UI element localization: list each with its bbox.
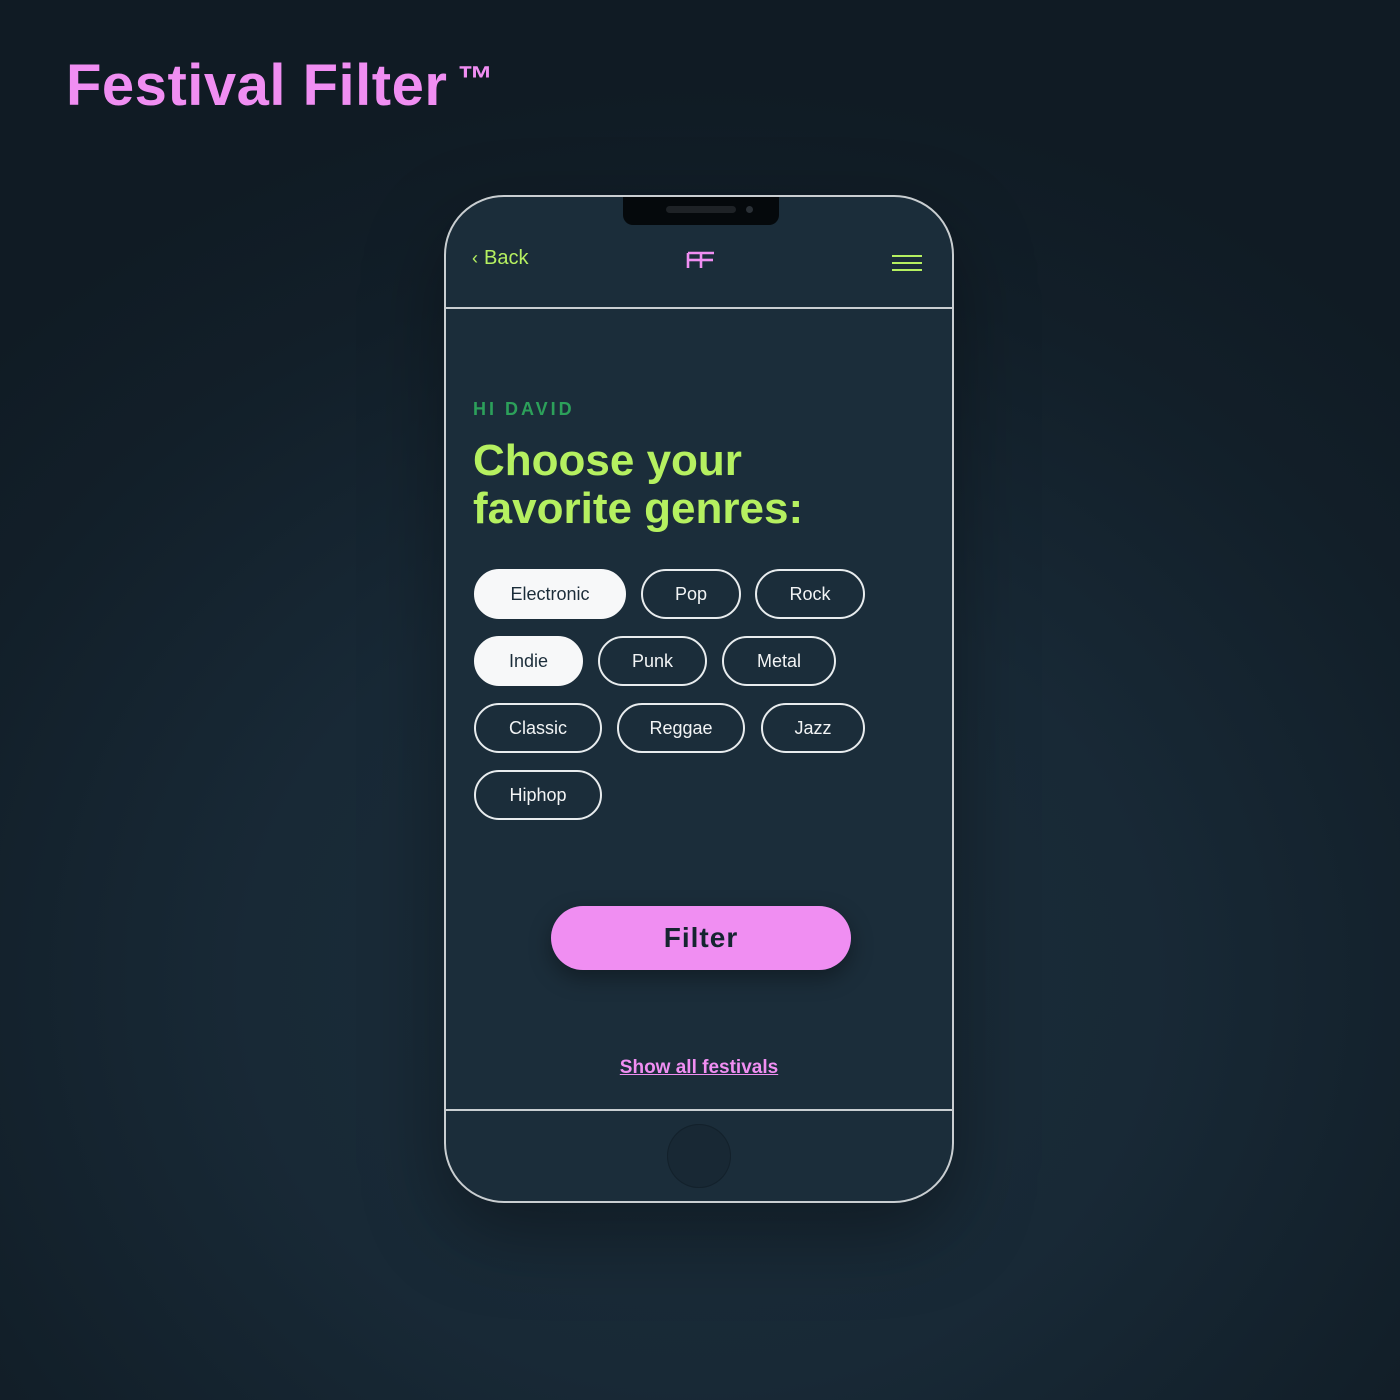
back-button[interactable]: ‹ Back [472, 247, 528, 270]
genre-chip-reggae[interactable]: Reggae [617, 703, 745, 753]
filter-button[interactable]: Filter [551, 906, 851, 970]
genre-chip-rock[interactable]: Rock [755, 569, 865, 619]
genre-chip-punk[interactable]: Punk [598, 636, 707, 686]
genre-chip-hiphop[interactable]: Hiphop [474, 770, 602, 820]
top-navigation-bar: ‹ Back FF [446, 227, 952, 309]
greeting-text: HI DAVID [473, 399, 575, 419]
genre-chip-classic[interactable]: Classic [474, 703, 602, 753]
bottom-divider [446, 1109, 952, 1111]
brand-title: Festival Filter ™ [66, 52, 494, 122]
genre-chip-indie[interactable]: Indie [474, 636, 583, 686]
genre-chip-jazz[interactable]: Jazz [761, 703, 865, 753]
page-title: Choose your favorite genres: [473, 436, 804, 533]
speaker-grille [666, 206, 736, 213]
trademark-symbol: ™ [457, 58, 494, 99]
show-all-festivals-link[interactable]: Show all festivals [446, 1057, 952, 1079]
hamburger-menu-icon[interactable] [892, 255, 924, 275]
genre-chip-metal[interactable]: Metal [722, 636, 836, 686]
home-button[interactable] [667, 1124, 731, 1188]
genre-chip-pop[interactable]: Pop [641, 569, 741, 619]
phone-frame: ‹ Back FF HI DAVID Choose your favorite g… [444, 195, 954, 1203]
genre-chip-electronic[interactable]: Electronic [474, 569, 626, 619]
brand-name: Festival Filter [66, 53, 448, 118]
phone-notch [623, 197, 779, 225]
camera-dot [746, 206, 753, 213]
festival-filter-logo-icon: FF [686, 251, 714, 268]
chevron-left-icon: ‹ [472, 248, 478, 268]
back-label: Back [484, 247, 529, 269]
